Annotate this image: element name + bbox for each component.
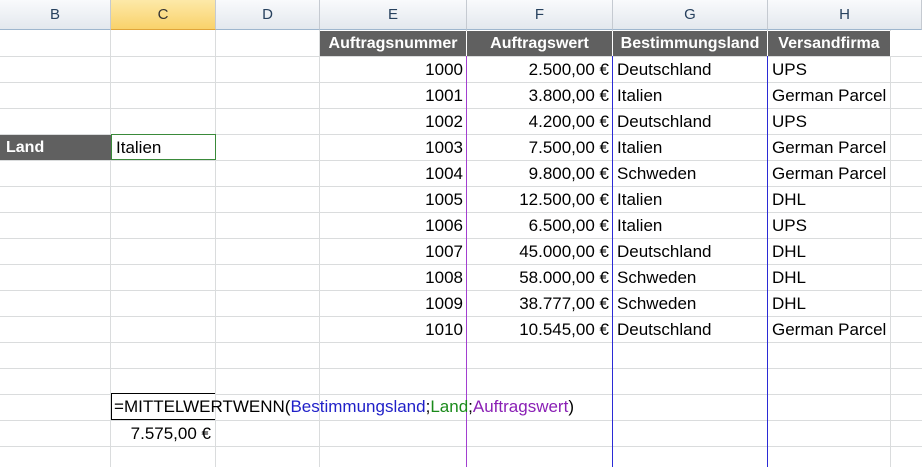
cell-auftragsnummer[interactable]: 1002 xyxy=(320,109,467,134)
cell-auftragsnummer[interactable]: 1000 xyxy=(320,57,467,82)
cell-auftragswert[interactable]: 3.800,00 € xyxy=(467,83,613,108)
gridline xyxy=(0,342,922,343)
cell-bestimmungsland[interactable]: Schweden xyxy=(613,291,768,316)
cell-versandfirma[interactable]: DHL xyxy=(768,265,922,290)
cell-auftragswert[interactable]: 4.200,00 € xyxy=(467,109,613,134)
cell-auftragswert[interactable]: 38.777,00 € xyxy=(467,291,613,316)
cell-bestimmungsland[interactable]: Deutschland xyxy=(613,57,768,82)
formula-cell-editor[interactable]: =MITTELWERTWENN(Bestimmungsland;Land;Auf… xyxy=(111,393,574,420)
cell-auftragsnummer[interactable]: 1008 xyxy=(320,265,467,290)
column-header-h[interactable]: H xyxy=(768,0,922,30)
cell-auftragsnummer[interactable]: 1004 xyxy=(320,161,467,186)
cell-versandfirma[interactable]: DHL xyxy=(768,187,922,212)
cell-auftragsnummer[interactable]: 1006 xyxy=(320,213,467,238)
cell-auftragswert[interactable]: 45.000,00 € xyxy=(467,239,613,264)
cell-bestimmungsland[interactable]: Italien xyxy=(613,83,768,108)
cell-bestimmungsland[interactable]: Deutschland xyxy=(613,109,768,134)
formula-arg-bestimmungsland: Bestimmungsland xyxy=(290,397,426,416)
result-cell[interactable]: 7.575,00 € xyxy=(111,421,215,446)
formula-function: MITTELWERTWENN( xyxy=(123,397,291,416)
cell-bestimmungsland[interactable]: Italien xyxy=(613,135,768,160)
cell-versandfirma[interactable]: German Parcel xyxy=(768,161,922,186)
cell-auftragswert[interactable]: 6.500,00 € xyxy=(467,213,613,238)
formula-equals: = xyxy=(114,397,124,416)
cell-versandfirma[interactable]: UPS xyxy=(768,57,922,82)
cell-versandfirma[interactable]: UPS xyxy=(768,109,922,134)
cell-versandfirma[interactable]: German Parcel xyxy=(768,317,922,342)
formula-arg-land: Land xyxy=(430,397,469,416)
cell-auftragswert[interactable]: 12.500,00 € xyxy=(467,187,613,212)
formula-text: =MITTELWERTWENN(Bestimmungsland;Land;Auf… xyxy=(111,397,574,416)
formula-arg-auftragswert: Auftragswert xyxy=(472,397,569,416)
cell-auftragsnummer[interactable]: 1010 xyxy=(320,317,467,342)
cell-auftragswert[interactable]: 7.500,00 € xyxy=(467,135,613,160)
cell-bestimmungsland[interactable]: Deutschland xyxy=(613,239,768,264)
table-header-versandfirma[interactable]: Versandfirma xyxy=(768,31,891,56)
cell-bestimmungsland[interactable]: Schweden xyxy=(613,265,768,290)
cell-bestimmungsland[interactable]: Italien xyxy=(613,187,768,212)
cell-auftragsnummer[interactable]: 1005 xyxy=(320,187,467,212)
cell-auftragswert[interactable]: 58.000,00 € xyxy=(467,265,613,290)
gridline xyxy=(0,446,922,447)
column-header-d[interactable]: D xyxy=(216,0,320,30)
column-header-e[interactable]: E xyxy=(320,0,467,30)
column-header-b[interactable]: B xyxy=(0,0,111,30)
criteria-value-cell[interactable]: Italien xyxy=(111,134,216,160)
spreadsheet-grid[interactable]: B C D E F G H Auftragsnummer Auftragswer… xyxy=(0,0,922,467)
cell-auftragsnummer[interactable]: 1001 xyxy=(320,83,467,108)
column-header-c[interactable]: C xyxy=(111,0,216,30)
column-header-f[interactable]: F xyxy=(467,0,613,30)
cell-bestimmungsland[interactable]: Schweden xyxy=(613,161,768,186)
gridline xyxy=(0,368,922,369)
cell-bestimmungsland[interactable]: Italien xyxy=(613,213,768,238)
column-header-g[interactable]: G xyxy=(613,0,768,30)
cell-auftragsnummer[interactable]: 1007 xyxy=(320,239,467,264)
cell-versandfirma[interactable]: DHL xyxy=(768,239,922,264)
cell-bestimmungsland[interactable]: Deutschland xyxy=(613,317,768,342)
table-header-auftragswert[interactable]: Auftragswert xyxy=(467,31,613,56)
cell-versandfirma[interactable]: German Parcel xyxy=(768,83,922,108)
cell-versandfirma[interactable]: DHL xyxy=(768,291,922,316)
cell-auftragswert[interactable]: 9.800,00 € xyxy=(467,161,613,186)
cell-auftragswert[interactable]: 10.545,00 € xyxy=(467,317,613,342)
formula-close: ) xyxy=(568,397,574,416)
cell-versandfirma[interactable]: UPS xyxy=(768,213,922,238)
cell-versandfirma[interactable]: German Parcel xyxy=(768,135,922,160)
cell-auftragswert[interactable]: 2.500,00 € xyxy=(467,57,613,82)
table-header-auftragsnummer[interactable]: Auftragsnummer xyxy=(320,31,467,56)
cell-auftragsnummer[interactable]: 1003 xyxy=(320,135,467,160)
criteria-label[interactable]: Land xyxy=(0,135,111,160)
table-header-bestimmungsland[interactable]: Bestimmungsland xyxy=(613,31,768,56)
cell-auftragsnummer[interactable]: 1009 xyxy=(320,291,467,316)
